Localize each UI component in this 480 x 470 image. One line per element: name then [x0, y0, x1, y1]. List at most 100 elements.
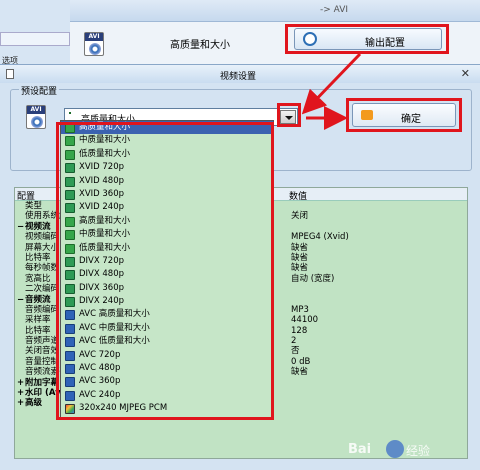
output-config-button[interactable]: 输出配置 [294, 28, 442, 50]
preset-option[interactable]: 320x240 MJPEG PCM [61, 402, 273, 415]
expander-icon[interactable]: − [17, 295, 25, 305]
avi-format-icon: AVI [84, 32, 104, 56]
expander-icon[interactable]: + [17, 378, 25, 388]
property-name: +高级 [17, 398, 42, 408]
preset-option[interactable]: DIVX 480p [61, 268, 273, 281]
preset-option[interactable]: AVC 高质量和大小 [61, 308, 273, 321]
dialog-title-bar: 视频设置 ✕ [0, 65, 480, 83]
baidu-watermark: Bai 经验 [348, 438, 446, 462]
expander-icon[interactable]: − [17, 222, 25, 232]
preset-option-label: DIVX 240p [79, 296, 125, 307]
property-name-text: 音频流 [25, 294, 51, 305]
arrow-right-icon [361, 110, 373, 120]
dialog-app-icon [6, 69, 14, 79]
property-value[interactable]: 关闭 [291, 211, 308, 221]
preset-option[interactable]: AVC 480p [61, 362, 273, 375]
preset-option[interactable]: DIVX 360p [61, 282, 273, 295]
property-name: 比特率 [17, 253, 51, 263]
property-name: 比特率 [17, 326, 51, 336]
green-media-icon [65, 230, 75, 241]
paw-logo-icon [386, 440, 404, 458]
preset-option-label: 低质量和大小 [79, 242, 131, 253]
preset-option[interactable]: 高质量和大小 [61, 121, 273, 135]
preset-option[interactable]: 高质量和大小 [61, 215, 273, 228]
preset-option[interactable]: 低质量和大小 [61, 242, 273, 255]
multicolor-media-icon [65, 404, 75, 415]
expander-icon[interactable]: + [17, 398, 25, 408]
film-icon [65, 189, 75, 200]
ok-button[interactable]: 确定 [352, 103, 456, 127]
property-name: 音量控制 [17, 357, 59, 367]
preset-option-label: 高质量和大小 [79, 215, 131, 226]
background-left-panel: 选项 [0, 0, 70, 65]
property-name: 视频编码 [17, 232, 59, 242]
preset-option[interactable]: 中质量和大小 [61, 228, 273, 241]
background-title-bar: -> AVI [70, 0, 480, 22]
dialog-title: 视频设置 [220, 72, 257, 82]
preset-option[interactable]: AVC 240p [61, 389, 273, 402]
film-icon [65, 297, 75, 308]
green-media-icon [65, 216, 75, 227]
preset-option[interactable]: XVID 480p [61, 175, 273, 188]
property-value[interactable]: 128 [291, 326, 307, 336]
close-icon[interactable]: ✕ [461, 67, 470, 80]
watermark-brand: Bai [348, 442, 372, 457]
property-value[interactable]: 44100 [291, 315, 318, 325]
property-name-text: 比特率 [25, 325, 51, 336]
blue-media-icon [65, 350, 75, 361]
expander-icon[interactable]: + [17, 388, 25, 398]
property-name: 每秒帧数 [17, 263, 59, 273]
property-value[interactable]: MP3 [291, 305, 309, 315]
property-name-text: 每秒帧数 [25, 263, 60, 274]
property-value[interactable]: 0 dB [291, 357, 310, 367]
property-name-text: 附加字幕 [25, 377, 60, 388]
blue-media-icon [65, 377, 75, 388]
film-icon [65, 256, 75, 267]
green-media-icon [65, 136, 75, 147]
preset-option[interactable]: XVID 240p [61, 201, 273, 214]
film-icon [65, 283, 75, 294]
property-value[interactable]: 自动 (宽度) [291, 274, 334, 284]
preset-option[interactable]: AVC 低质量和大小 [61, 335, 273, 348]
preset-option[interactable]: XVID 360p [61, 188, 273, 201]
property-name-text: 宽高比 [25, 273, 51, 284]
property-name-text: 视频流 [25, 221, 51, 232]
property-value[interactable]: 缺省 [291, 253, 308, 263]
preset-option[interactable]: DIVX 720p [61, 255, 273, 268]
output-config-label: 输出配置 [365, 38, 405, 49]
green-media-icon [69, 112, 71, 114]
property-value[interactable]: 缺省 [291, 367, 308, 377]
green-media-icon [65, 149, 75, 160]
preset-option[interactable]: 低质量和大小 [61, 148, 273, 161]
blue-media-icon [65, 310, 75, 321]
background-window-title: -> AVI [320, 5, 349, 15]
property-value[interactable]: 2 [291, 336, 296, 346]
property-name: 屏幕大小 [17, 243, 59, 253]
property-value[interactable]: 否 [291, 346, 300, 356]
chevron-down-icon[interactable] [280, 110, 296, 124]
blue-media-icon [65, 323, 75, 334]
preset-option[interactable]: XVID 720p [61, 161, 273, 174]
preset-option-label: AVC 720p [79, 349, 121, 360]
property-name: −视频流 [17, 222, 51, 232]
property-name-text: 高级 [25, 398, 43, 409]
preset-option-label: 高质量和大小 [79, 122, 131, 132]
preset-option[interactable]: AVC 360p [61, 375, 273, 388]
property-value[interactable]: MPEG4 (Xvid) [291, 232, 349, 242]
preset-option[interactable]: AVC 中质量和大小 [61, 322, 273, 335]
preset-option-label: 320x240 MJPEG PCM [79, 403, 168, 414]
preset-option-label: AVC 高质量和大小 [79, 309, 150, 320]
property-value[interactable]: 缺省 [291, 243, 308, 253]
property-name: 关闭音效 [17, 346, 59, 356]
property-name-text: 音量控制 [25, 356, 60, 367]
gear-icon [303, 32, 317, 46]
preset-option[interactable]: DIVX 240p [61, 295, 273, 308]
property-name: 采样率 [17, 315, 51, 325]
preset-option-label: DIVX 720p [79, 255, 125, 266]
preset-option[interactable]: 中质量和大小 [61, 134, 273, 147]
preset-option[interactable]: AVC 720p [61, 349, 273, 362]
property-value[interactable]: 缺省 [291, 263, 308, 273]
preset-dropdown-list[interactable]: 高质量和大小 中质量和大小 低质量和大小 XVID 720p XVID 480p XVID… [60, 120, 274, 418]
property-name-text: 视频编码 [25, 232, 60, 243]
avi-preset-icon: AVI [26, 105, 46, 129]
